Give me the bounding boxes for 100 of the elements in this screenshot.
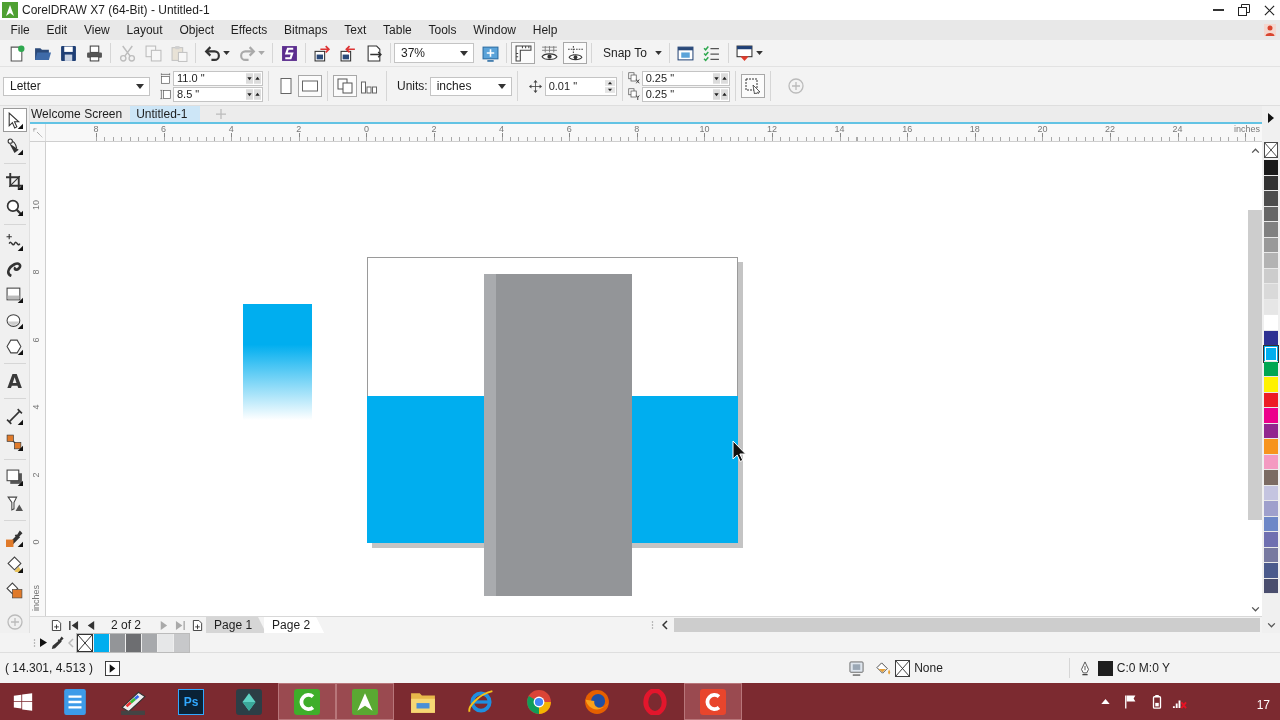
spin-down-icon[interactable] — [712, 88, 720, 100]
person-icon[interactable] — [1264, 24, 1276, 36]
color-swatch[interactable] — [1264, 532, 1278, 548]
color-swatch[interactable] — [173, 633, 189, 652]
color-swatch[interactable] — [141, 633, 157, 652]
color-swatch[interactable] — [1264, 501, 1278, 517]
add-page-icon[interactable] — [192, 619, 204, 631]
caret-down-icon[interactable] — [755, 51, 763, 55]
color-swatch[interactable] — [1264, 222, 1278, 238]
color-swatch[interactable] — [157, 633, 173, 652]
caret-left-icon[interactable] — [662, 620, 668, 630]
paper-size-dropdown[interactable]: Letter — [3, 76, 150, 96]
checklist-icon[interactable] — [703, 44, 721, 62]
close-icon[interactable] — [1264, 4, 1275, 16]
spin-up-icon[interactable] — [254, 88, 261, 100]
restore-icon[interactable] — [1238, 4, 1250, 16]
play-icon[interactable] — [40, 638, 47, 647]
color-swatch[interactable] — [109, 633, 125, 652]
page-tab[interactable]: Page 1 — [206, 617, 267, 633]
menu-item[interactable]: Help — [524, 23, 566, 37]
spin-down-icon[interactable] — [246, 72, 253, 84]
monitor-icon[interactable] — [736, 44, 754, 62]
spin-up-icon[interactable] — [720, 88, 728, 100]
color-swatch[interactable] — [1264, 563, 1278, 579]
color-swatch[interactable] — [125, 633, 141, 652]
caret-up-icon[interactable] — [1100, 699, 1110, 704]
clock-time[interactable]: 17 — [1256, 697, 1270, 712]
treat-as-filled-toggle[interactable] — [740, 74, 765, 98]
flag-icon[interactable] — [1123, 694, 1138, 709]
add-page-icon[interactable] — [51, 619, 62, 631]
menu-item[interactable]: File — [2, 23, 39, 37]
color-swatch[interactable] — [1264, 346, 1278, 362]
zoom-dropdown[interactable]: 37% — [394, 43, 474, 63]
caret-down-icon[interactable] — [1250, 607, 1260, 612]
menu-item[interactable]: Text — [335, 23, 375, 37]
caret-right-icon[interactable] — [1268, 113, 1274, 123]
rulers-toggle[interactable] — [511, 42, 535, 64]
page-width-field[interactable]: 11.0 " — [173, 70, 263, 86]
taskbar-app-button[interactable]: Ps — [162, 683, 220, 720]
previous-page-icon[interactable] — [85, 619, 96, 631]
color-swatch[interactable] — [1264, 408, 1278, 424]
duplicate-x-field[interactable]: 0.25 " — [641, 70, 730, 86]
page-tab[interactable]: Page 2 — [264, 617, 325, 633]
color-swatch[interactable] — [1264, 160, 1278, 176]
caret-up-icon[interactable] — [1250, 148, 1260, 153]
no-color-icon[interactable] — [77, 633, 93, 652]
color-swatch[interactable] — [1264, 315, 1278, 331]
taskbar-app-button[interactable] — [336, 683, 394, 720]
guidelines-toggle[interactable] — [563, 42, 587, 64]
taskbar-app-button[interactable] — [684, 683, 742, 720]
color-swatch[interactable] — [1264, 439, 1278, 455]
spin-up-icon[interactable] — [720, 72, 728, 84]
no-color-icon[interactable] — [1264, 142, 1278, 158]
window-icon[interactable] — [677, 44, 695, 62]
units-dropdown[interactable]: inches — [429, 76, 512, 96]
caret-down-icon[interactable] — [1266, 623, 1276, 628]
color-swatch[interactable] — [1264, 191, 1278, 207]
menu-item[interactable]: Edit — [38, 23, 76, 37]
page-arrow-icon[interactable] — [365, 44, 383, 62]
vertical-scrollbar[interactable] — [1248, 210, 1262, 520]
snap-to-dropdown[interactable]: Snap To — [595, 46, 666, 60]
document-tab[interactable]: Welcome Screen — [30, 106, 131, 122]
save-icon[interactable] — [59, 44, 77, 62]
menu-item[interactable]: Table — [374, 23, 421, 37]
menu-item[interactable]: View — [75, 23, 119, 37]
spin-down-icon[interactable] — [246, 88, 253, 100]
zigzag-tile-icon[interactable] — [280, 44, 298, 62]
spin-down-icon[interactable] — [712, 72, 720, 84]
color-swatch[interactable] — [1264, 470, 1278, 486]
color-swatch[interactable] — [1264, 377, 1278, 393]
color-swatch[interactable] — [93, 633, 109, 652]
color-swatch[interactable] — [1264, 253, 1278, 269]
text-tool-button[interactable]: A — [2, 369, 27, 393]
pick-tool-button[interactable] — [2, 108, 27, 132]
menu-item[interactable]: Effects — [222, 23, 276, 37]
menu-item[interactable]: Tools — [420, 23, 465, 37]
taskbar-app-button[interactable] — [278, 683, 336, 720]
import-icon[interactable] — [313, 44, 331, 62]
landscape-button[interactable] — [298, 75, 322, 97]
play-icon[interactable] — [105, 660, 121, 676]
first-page-icon[interactable] — [68, 619, 79, 631]
undo-icon[interactable] — [203, 44, 221, 62]
all-pages-button[interactable] — [333, 75, 357, 97]
export-icon[interactable] — [339, 44, 357, 62]
caret-down-icon[interactable] — [223, 51, 230, 55]
spin-up-icon[interactable] — [604, 79, 615, 86]
spin-up-icon[interactable] — [254, 72, 261, 84]
spin-down-icon[interactable] — [604, 86, 615, 93]
color-swatch[interactable] — [1264, 284, 1278, 300]
menu-item[interactable]: Layout — [118, 23, 171, 37]
menu-item[interactable]: Window — [464, 23, 525, 37]
start-icon[interactable] — [13, 691, 33, 712]
eyedropper-icon[interactable] — [51, 636, 64, 649]
print-icon[interactable] — [85, 44, 103, 62]
document-tab[interactable]: Untitled-1 — [130, 106, 200, 122]
nudge-distance-field[interactable]: 0.01 " — [544, 76, 617, 96]
duplicate-y-field[interactable]: 0.25 " — [641, 86, 730, 102]
menu-item[interactable]: Bitmaps — [275, 23, 336, 37]
horizontal-scrollbar[interactable] — [674, 618, 1260, 632]
page-height-field[interactable]: 8.5 " — [173, 86, 263, 102]
